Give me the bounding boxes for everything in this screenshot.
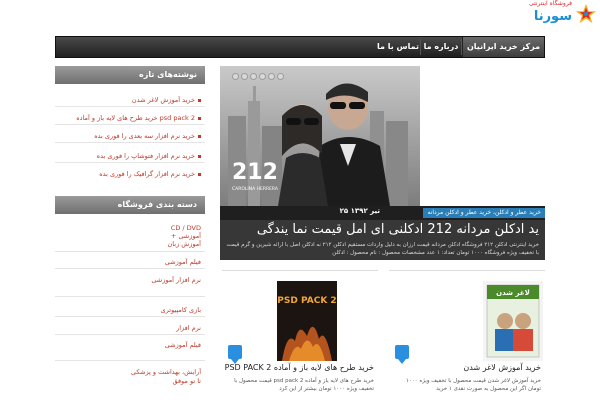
divider	[55, 251, 205, 252]
recent-post-link[interactable]: خرید نرم افزار فتوشاپ را فوری بده	[55, 152, 205, 160]
slider-title[interactable]: ید ادکلن مردانه 212 ادکلنی ای امل قیمت ن…	[257, 222, 539, 237]
category-link[interactable]: نرم افزار	[55, 324, 205, 332]
logo-brand: سورنا	[533, 9, 572, 24]
logo-tagline: فروشگاه اینترنتی	[528, 0, 572, 7]
comment-badge-icon[interactable]	[395, 345, 409, 364]
post-excerpt: خرید آموزش لاغر شدن قیمت محصول با تخفیف …	[405, 378, 541, 392]
divider	[55, 360, 205, 361]
comment-badge-icon[interactable]	[228, 345, 242, 364]
categories-title: دسته بندی فروشگاه	[55, 196, 205, 214]
category-link[interactable]: تا تو موفق	[55, 377, 205, 385]
category-link[interactable]: نرم افزار آموزشی	[55, 276, 205, 284]
slider-date: ۲۵ تیر ۱۳۹۲	[339, 207, 380, 215]
post-card: لاغر شدن خرید آموزش لاغر شدن خرید آموزش …	[389, 270, 545, 400]
slider-dot[interactable]	[232, 73, 239, 80]
post-title[interactable]: خرید آموزش لاغر شدن	[463, 363, 541, 372]
slider-excerpt: خرید اینترنتی ادکلن ۲۱۲ فروشگاه ادکلن مر…	[226, 242, 539, 256]
divider	[55, 124, 205, 125]
recent-post-label: خرید نرم افزار گرافیک را فوری بده	[99, 170, 195, 178]
bullet-icon	[198, 116, 201, 120]
post-card: PSD PACK 2 PSD PACK 2 خرید طرح های لایه …	[222, 270, 378, 400]
divider	[55, 106, 205, 107]
slider-category-label: خرید عطر و ادکلن مردانه	[427, 209, 492, 216]
category-link[interactable]: + آموزشی	[55, 232, 205, 240]
slider-dot[interactable]	[241, 73, 248, 80]
recent-post-label: خرید آموزش لاغر شدن	[131, 96, 195, 104]
recent-post-label: خرید طرح های لایه باز و آماده psd pack 2	[76, 114, 195, 122]
site-logo[interactable]: فروشگاه اینترنتی سورنا	[529, 0, 597, 32]
divider	[55, 268, 205, 269]
recent-post-link[interactable]: خرید نرم افزار سه بعدی را فوری بده	[55, 132, 205, 140]
star-logo-icon	[575, 3, 597, 24]
featured-slider-image[interactable]: 212 CAROLINA HERRERA	[220, 66, 420, 206]
post-excerpt: خرید طرح های لایه باز و آماده psd pack 2…	[234, 378, 374, 392]
category-link[interactable]: آموزش زبان	[55, 240, 205, 248]
nav-separator	[461, 39, 462, 55]
recent-post-link[interactable]: خرید نرم افزار گرافیک را فوری بده	[55, 170, 205, 178]
nav-item-about[interactable]: درباره ما	[421, 37, 461, 57]
slider-dot[interactable]	[259, 73, 266, 80]
bullet-icon	[198, 134, 201, 138]
recent-post-link[interactable]: خرید آموزش لاغر شدن	[55, 96, 205, 104]
bullet-icon	[198, 154, 201, 158]
post-thumbnail[interactable]: لاغر شدن	[483, 281, 543, 361]
slider-dot[interactable]	[250, 73, 257, 80]
slider-brand-sub: CAROLINA HERRERA	[232, 186, 279, 192]
nav-item-contact[interactable]: تماس با ما	[376, 37, 420, 57]
category-link[interactable]: CD / DVD	[55, 224, 205, 232]
divider	[55, 296, 205, 297]
divider	[55, 142, 205, 143]
category-link[interactable]: بازی کامپیوتری	[55, 306, 205, 314]
recent-posts-title: نوشته‌های تازه	[55, 66, 205, 84]
slider-dot[interactable]	[277, 73, 284, 80]
recent-post-label: خرید نرم افزار سه بعدی را فوری بده	[94, 132, 195, 140]
psd-pack-cover: PSD PACK 2	[277, 281, 337, 361]
post-title[interactable]: PSD PACK 2 خرید طرح های لایه باز و آماده	[225, 363, 374, 372]
recent-post-link[interactable]: خرید طرح های لایه باز و آماده psd pack 2	[55, 114, 205, 122]
divider	[55, 316, 205, 317]
weight-loss-cover: لاغر شدن	[486, 284, 540, 358]
category-link[interactable]: فیلم آموزشی	[55, 258, 205, 266]
main-navbar: مرکز خرید ایرانیان درباره ما تماس با ما	[55, 36, 545, 58]
divider	[55, 162, 205, 163]
slider-category[interactable]: خرید عطر و ادکلن، خرید عطر و ادکلن مردان…	[423, 208, 545, 218]
slider-meta-bar: خرید عطر و ادکلن، خرید عطر و ادکلن مردان…	[220, 206, 545, 220]
slider-photo: 212 CAROLINA HERRERA	[220, 66, 420, 206]
slider-pagination	[232, 73, 284, 81]
recent-post-label: خرید نرم افزار فتوشاپ را فوری بده	[96, 152, 195, 160]
nav-item-home[interactable]: مرکز خرید ایرانیان	[462, 37, 544, 57]
bullet-icon	[198, 98, 201, 102]
divider	[55, 334, 205, 335]
bullet-icon	[198, 172, 201, 176]
thumb-text: PSD PACK 2	[277, 296, 336, 306]
slider-category-label: خرید عطر و ادکلن	[494, 209, 541, 216]
category-link[interactable]: آرایش، بهداشت و پزشکی	[55, 368, 205, 376]
slider-dot[interactable]	[268, 73, 275, 80]
slider-caption: ید ادکلن مردانه 212 ادکلنی ای امل قیمت ن…	[220, 220, 545, 260]
slider-brand-text: 212	[232, 160, 278, 185]
nav-separator	[420, 39, 421, 55]
category-link[interactable]: فیلم آموزشی	[55, 341, 205, 349]
thumb-text: لاغر شدن	[496, 289, 530, 297]
post-thumbnail[interactable]: PSD PACK 2	[277, 281, 337, 361]
